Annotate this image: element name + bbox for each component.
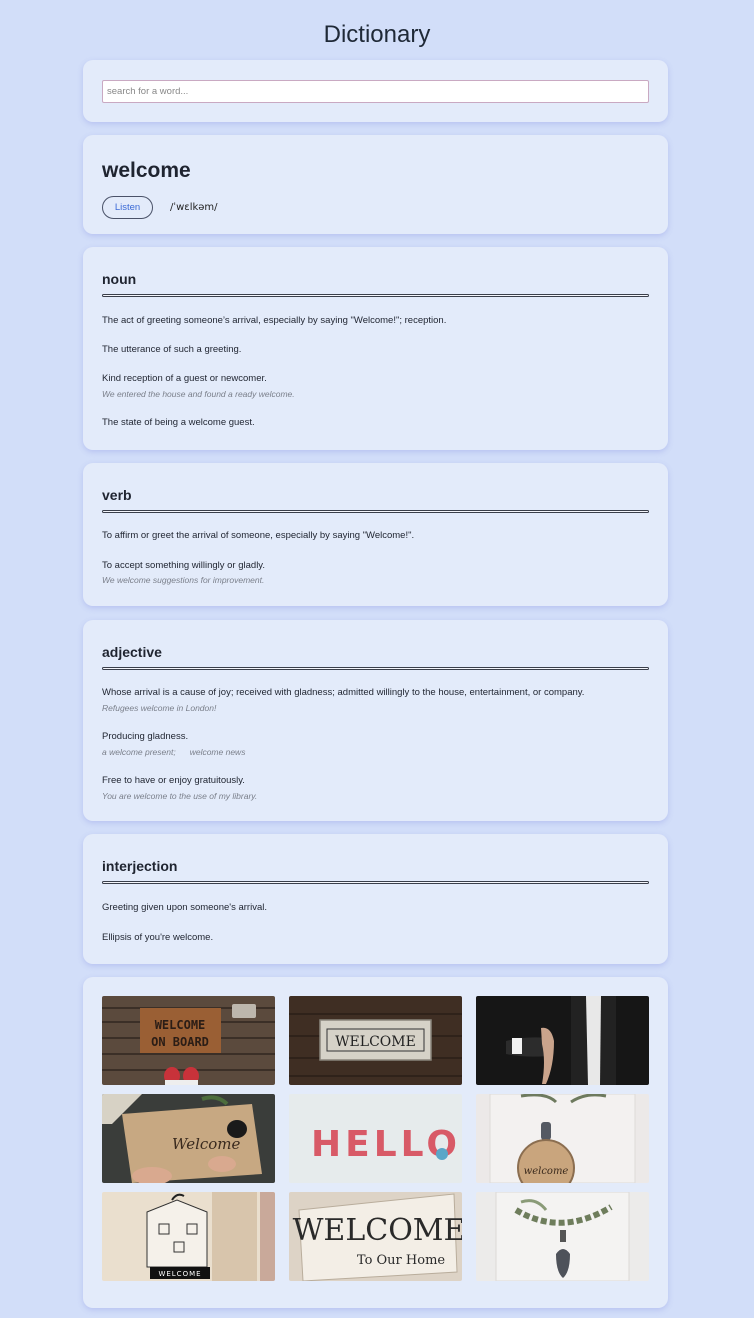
divider (102, 510, 649, 513)
house-sketch-text: WELCOME (158, 1270, 201, 1278)
image-gallery: WELCOME ON BOARD WELCOME Welcome HELLO w… (83, 977, 668, 1308)
doormat-line1: WELCOME (155, 1018, 206, 1032)
divider (102, 294, 649, 297)
gallery-image-doormat[interactable]: WELCOME ON BOARD (102, 996, 275, 1085)
hello-text: HELLO (311, 1124, 461, 1165)
part-of-speech-heading: noun (102, 271, 137, 287)
word-title: welcome (102, 159, 191, 182)
meaning-card-verb: verb To affirm or greet the arrival of s… (83, 463, 668, 606)
meaning-card-adjective: adjective Whose arrival is a cause of jo… (83, 620, 668, 821)
divider (102, 667, 649, 670)
definition: The act of greeting someone’s arrival, e… (102, 315, 447, 326)
home-sign-line2: To Our Home (357, 1253, 445, 1268)
wood-sign-text: WELCOME (335, 1034, 416, 1050)
gallery-image-handwriting[interactable]: Welcome (102, 1094, 275, 1183)
example: welcome news (189, 747, 246, 757)
example: We welcome suggestions for improvement. (102, 575, 265, 585)
definition: The utterance of such a greeting. (102, 344, 242, 355)
meaning-card-noun: noun The act of greeting someone’s arriv… (83, 247, 668, 450)
example: Refugees welcome in London! (102, 703, 217, 713)
handwriting-text: Welcome (172, 1135, 241, 1153)
meaning-card-interjection: interjection Greeting given upon someone… (83, 834, 668, 964)
definition: Ellipsis of you're welcome. (102, 932, 214, 943)
app-title: Dictionary (323, 21, 431, 48)
definition: The state of being a welcome guest. (102, 417, 255, 428)
home-sign-line1: WELCOME (293, 1213, 462, 1248)
example: We entered the house and found a ready w… (102, 389, 295, 399)
gallery-image-door-wreath[interactable] (476, 1192, 649, 1281)
definition: To affirm or greet the arrival of someon… (102, 530, 415, 541)
divider (102, 881, 649, 884)
search-input[interactable] (102, 80, 649, 103)
definition: Greeting given upon someone's arrival. (102, 902, 267, 913)
door-plaque-text: welcome (524, 1166, 569, 1177)
example-list: a welcome present; welcome news (102, 747, 259, 758)
definition: Whose arrival is a cause of joy; receive… (102, 687, 585, 698)
search-card (83, 60, 668, 122)
part-of-speech-heading: adjective (102, 644, 162, 660)
part-of-speech-heading: interjection (102, 858, 178, 874)
phonetic-text: /ˈwɛlkəm/ (170, 202, 218, 213)
gallery-image-wood-sign[interactable]: WELCOME (289, 996, 462, 1085)
definition: To accept something willingly or gladly. (102, 560, 265, 571)
doormat-line2: ON BOARD (151, 1035, 209, 1049)
example: You are welcome to the use of my library… (102, 791, 258, 801)
listen-button[interactable]: Listen (102, 196, 153, 219)
gallery-image-hello[interactable]: HELLO (289, 1094, 462, 1183)
part-of-speech-heading: verb (102, 487, 132, 503)
word-card: welcome Listen /ˈwɛlkəm/ (83, 135, 668, 234)
definition: Free to have or enjoy gratuitously. (102, 775, 245, 786)
definition: Kind reception of a guest or newcomer. (102, 373, 267, 384)
definition: Producing gladness. (102, 731, 189, 742)
gallery-image-handshake[interactable] (476, 996, 649, 1085)
gallery-image-door-plaque[interactable]: welcome (476, 1094, 649, 1183)
gallery-image-house-sketch[interactable]: WELCOME (102, 1192, 275, 1281)
gallery-image-home-sign[interactable]: WELCOME To Our Home (289, 1192, 462, 1281)
example: a welcome present; (102, 747, 176, 757)
